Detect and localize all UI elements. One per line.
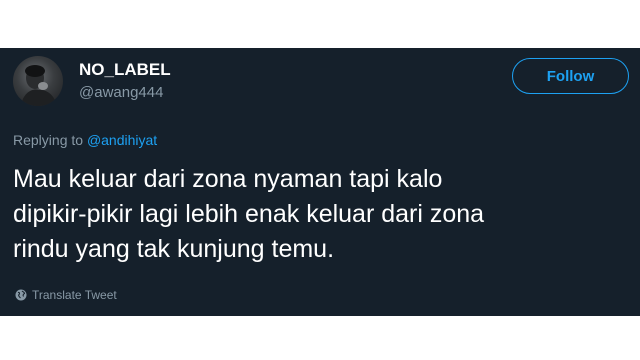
user-handle[interactable]: @awang444 [79,84,163,101]
follow-button[interactable]: Follow [512,58,629,94]
replying-to-label: Replying to [13,132,84,148]
translate-tweet-link[interactable]: Translate Tweet [15,288,117,302]
replying-to: Replying to @andihiyat [13,132,157,148]
tweet-text-line: rindu yang tak kunjung temu. [13,235,335,263]
user-photo-icon [21,65,57,106]
tweet-text-line: Mau keluar dari zona nyaman tapi kalo [13,165,443,193]
tweet-card: NO_LABEL @awang444 Follow Replying to @a… [0,48,640,316]
display-name[interactable]: NO_LABEL [79,60,171,80]
reply-mention-link[interactable]: @andihiyat [87,132,157,148]
tweet-text-line: dipikir-pikir lagi lebih enak keluar dar… [13,200,485,228]
tweet-text: Mau keluar dari zona nyaman tapi kalo di… [13,162,633,267]
avatar[interactable] [13,56,63,106]
globe-icon [15,289,27,301]
translate-tweet-label: Translate Tweet [32,288,117,302]
